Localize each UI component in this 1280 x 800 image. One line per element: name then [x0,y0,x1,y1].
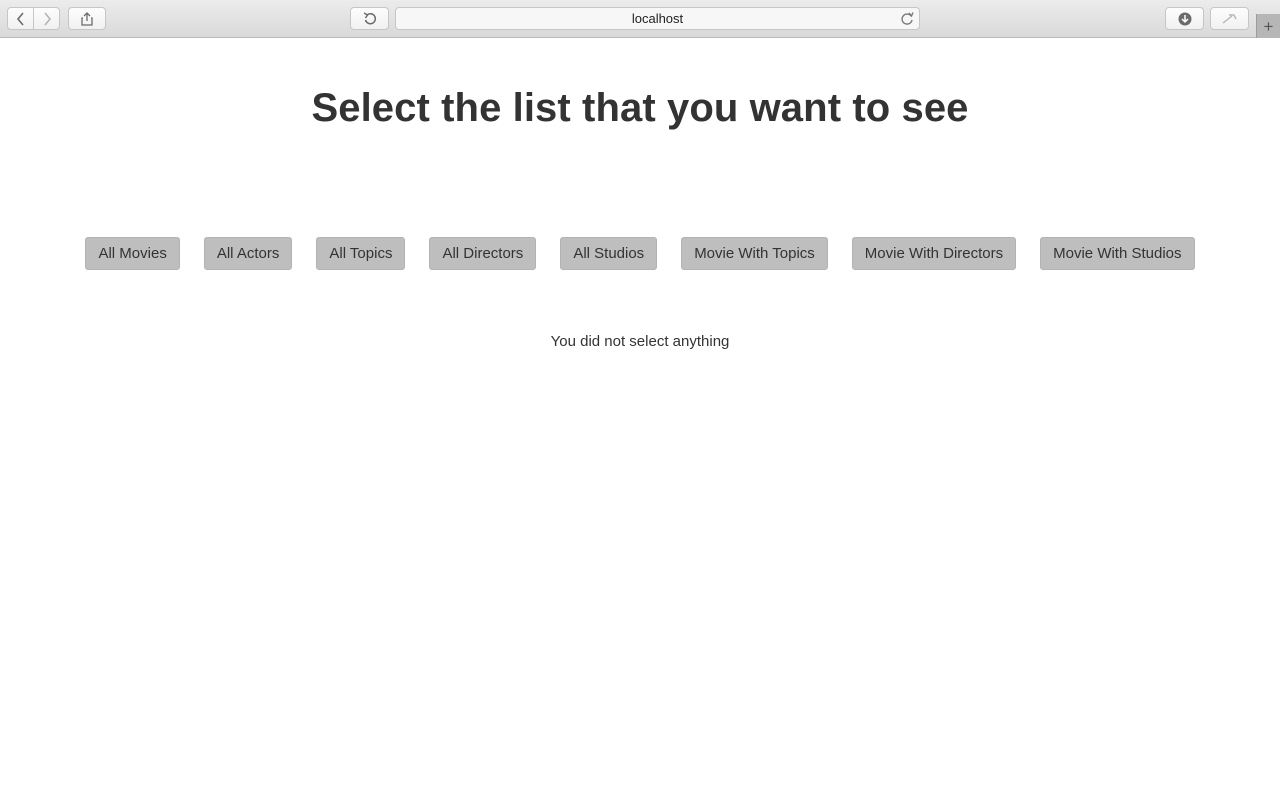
all-actors-button[interactable]: All Actors [203,237,293,270]
share-button[interactable] [68,7,106,30]
browser-toolbar: localhost + [0,0,1280,38]
address-bar[interactable]: localhost [395,7,920,30]
all-studios-button[interactable]: All Studios [560,237,658,270]
chevron-left-icon [16,11,24,26]
chevron-right-icon [43,11,51,26]
downloads-button[interactable] [1165,7,1204,30]
undo-icon [363,11,376,24]
back-button[interactable] [7,7,34,30]
url-text: localhost [631,11,684,26]
page-title: Select the list that you want to see [311,86,969,130]
forward-button[interactable] [33,7,60,30]
selection-message: You did not select anything [550,333,730,350]
history-button[interactable] [350,7,389,30]
extension-icon [1222,13,1237,24]
all-directors-button[interactable]: All Directors [429,237,537,270]
download-icon [1178,12,1191,25]
page-content: Select the list that you want to see All… [0,38,1280,800]
movie-with-studios-button[interactable]: Movie With Studios [1040,237,1195,270]
plus-icon: + [1263,16,1274,36]
all-topics-button[interactable]: All Topics [316,237,406,270]
reload-icon[interactable] [900,11,914,29]
movie-with-topics-button[interactable]: Movie With Topics [681,237,828,270]
movie-with-directors-button[interactable]: Movie With Directors [851,237,1017,270]
extensions-button[interactable] [1210,7,1249,30]
list-button-row: All Movies All Actors All Topics All Dir… [0,237,1280,270]
share-icon [81,11,93,26]
all-movies-button[interactable]: All Movies [85,237,180,270]
new-tab-button[interactable]: + [1256,14,1280,38]
